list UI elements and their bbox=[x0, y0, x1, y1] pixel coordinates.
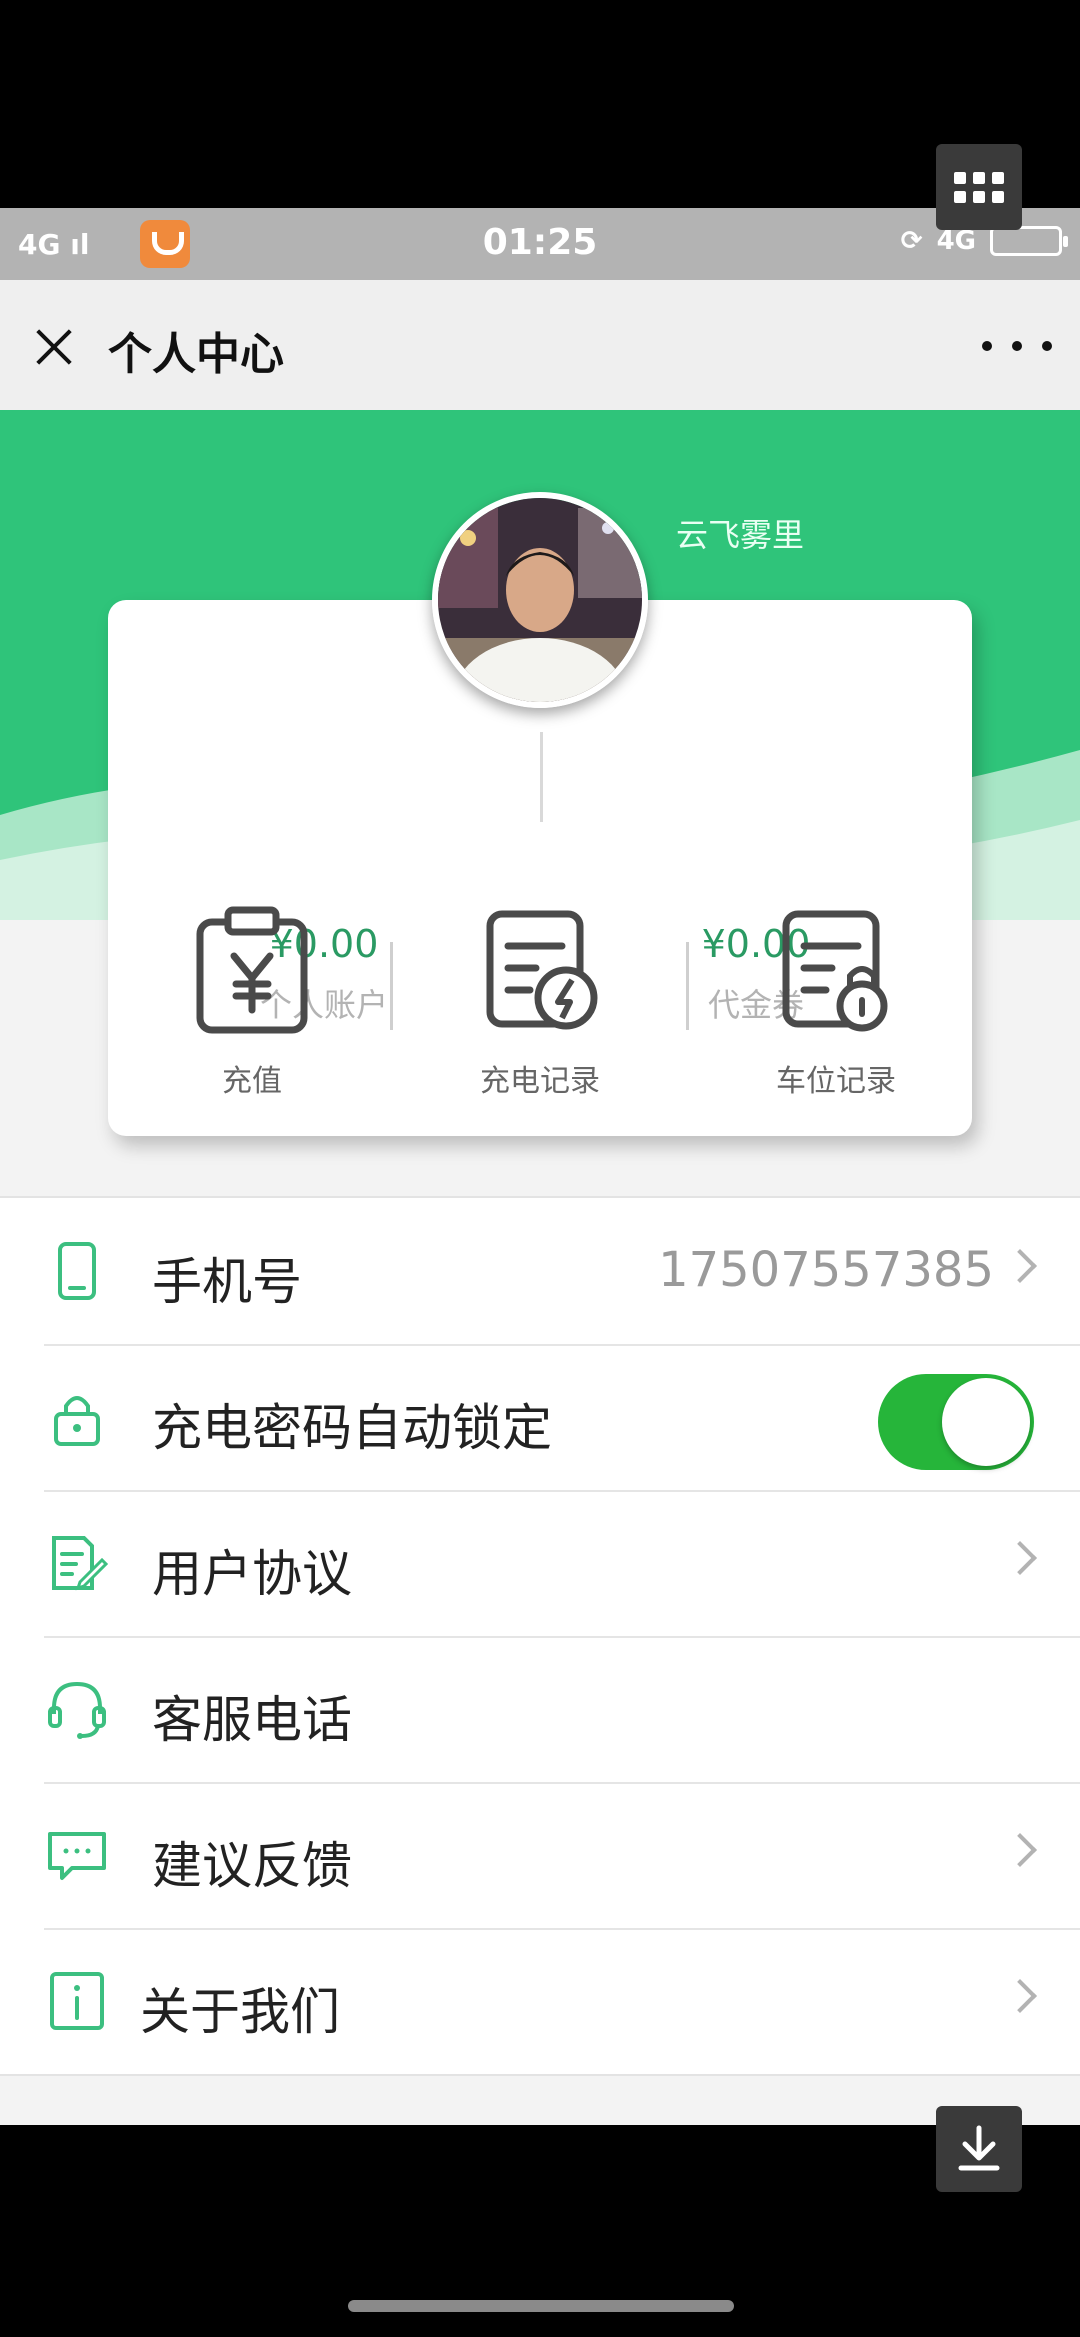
list-item-auto-lock: 充电密码自动锁定 bbox=[0, 1344, 1080, 1490]
customer-service-label: 客服电话 bbox=[152, 1691, 352, 1749]
more-options-button[interactable] bbox=[982, 320, 1052, 372]
auto-lock-label: 充电密码自动锁定 bbox=[152, 1399, 552, 1457]
more-dot-icon bbox=[1042, 341, 1052, 351]
app-grid-button[interactable] bbox=[936, 144, 1022, 230]
info-icon bbox=[50, 1972, 104, 2030]
avatar-photo bbox=[438, 498, 642, 702]
phone-label: 手机号 bbox=[152, 1253, 302, 1311]
action-divider bbox=[686, 942, 689, 1030]
list-item-customer-service[interactable]: 客服电话 bbox=[0, 1636, 1080, 1782]
network-type: 4G bbox=[936, 226, 976, 256]
charging-record-button[interactable]: 充电记录 bbox=[396, 906, 684, 1100]
chevron-right-icon bbox=[1003, 1249, 1037, 1283]
rotation-lock-icon: ⟳ bbox=[900, 226, 923, 256]
list-item-feedback[interactable]: 建议反馈 bbox=[0, 1782, 1080, 1928]
username: 云飞雾里 bbox=[676, 516, 805, 554]
charging-record-icon bbox=[486, 910, 598, 1030]
toggle-knob bbox=[942, 1378, 1030, 1466]
grid-icon bbox=[954, 171, 1004, 203]
chat-bubble-icon bbox=[48, 1832, 106, 1880]
agreement-document-icon bbox=[52, 1536, 108, 1591]
recharge-yuan-icon bbox=[196, 906, 308, 1034]
charging-record-label: 充电记录 bbox=[480, 1064, 600, 1099]
download-button[interactable] bbox=[936, 2106, 1022, 2192]
home-indicator[interactable] bbox=[348, 2300, 734, 2312]
page-title: 个人中心 bbox=[108, 329, 284, 380]
parking-record-lock-icon bbox=[782, 910, 888, 1032]
parking-record-button[interactable]: 车位记录 bbox=[692, 906, 980, 1100]
phone-icon bbox=[58, 1242, 96, 1300]
more-dot-icon bbox=[1012, 341, 1022, 351]
feedback-label: 建议反馈 bbox=[152, 1837, 352, 1895]
parking-record-label: 车位记录 bbox=[776, 1064, 896, 1099]
action-divider bbox=[390, 942, 393, 1030]
battery-icon bbox=[990, 226, 1068, 256]
chevron-right-icon bbox=[1003, 1979, 1037, 2013]
status-bar: 4G ıl 01:25 ⟳ 4G bbox=[0, 208, 1080, 280]
title-bar: 个人中心 bbox=[0, 280, 1080, 410]
list-item-phone[interactable]: 手机号 17507557385 bbox=[0, 1198, 1080, 1344]
headset-icon bbox=[48, 1681, 106, 1739]
more-dot-icon bbox=[982, 341, 992, 351]
chevron-right-icon bbox=[1003, 1541, 1037, 1575]
top-black-band bbox=[0, 0, 1080, 208]
user-agreement-label: 用户协议 bbox=[152, 1545, 352, 1603]
recharge-button[interactable]: 充值 bbox=[108, 906, 396, 1100]
download-icon bbox=[958, 2125, 1000, 2171]
settings-list: 手机号 17507557385 充电密码自动锁定 用户协议 客服电话 建议反馈 … bbox=[0, 1196, 1080, 2076]
auto-lock-toggle[interactable] bbox=[878, 1374, 1034, 1470]
status-right: ⟳ 4G bbox=[900, 226, 1068, 256]
recharge-label: 充值 bbox=[222, 1064, 282, 1099]
list-item-user-agreement[interactable]: 用户协议 bbox=[0, 1490, 1080, 1636]
lock-icon bbox=[54, 1396, 100, 1446]
close-icon[interactable] bbox=[28, 320, 80, 372]
list-item-about-us[interactable]: 关于我们 bbox=[0, 1928, 1080, 2074]
avatar[interactable] bbox=[432, 492, 648, 708]
page-content: 云飞雾里 ¥0.00 个人账户 ¥0.00 代金券 充值 充电记录 车位记录 手… bbox=[0, 410, 1080, 2125]
phone-number: 17507557385 bbox=[658, 1242, 994, 1298]
balance-divider bbox=[540, 732, 543, 822]
about-us-label: 关于我们 bbox=[140, 1983, 340, 2041]
chevron-right-icon bbox=[1003, 1833, 1037, 1867]
